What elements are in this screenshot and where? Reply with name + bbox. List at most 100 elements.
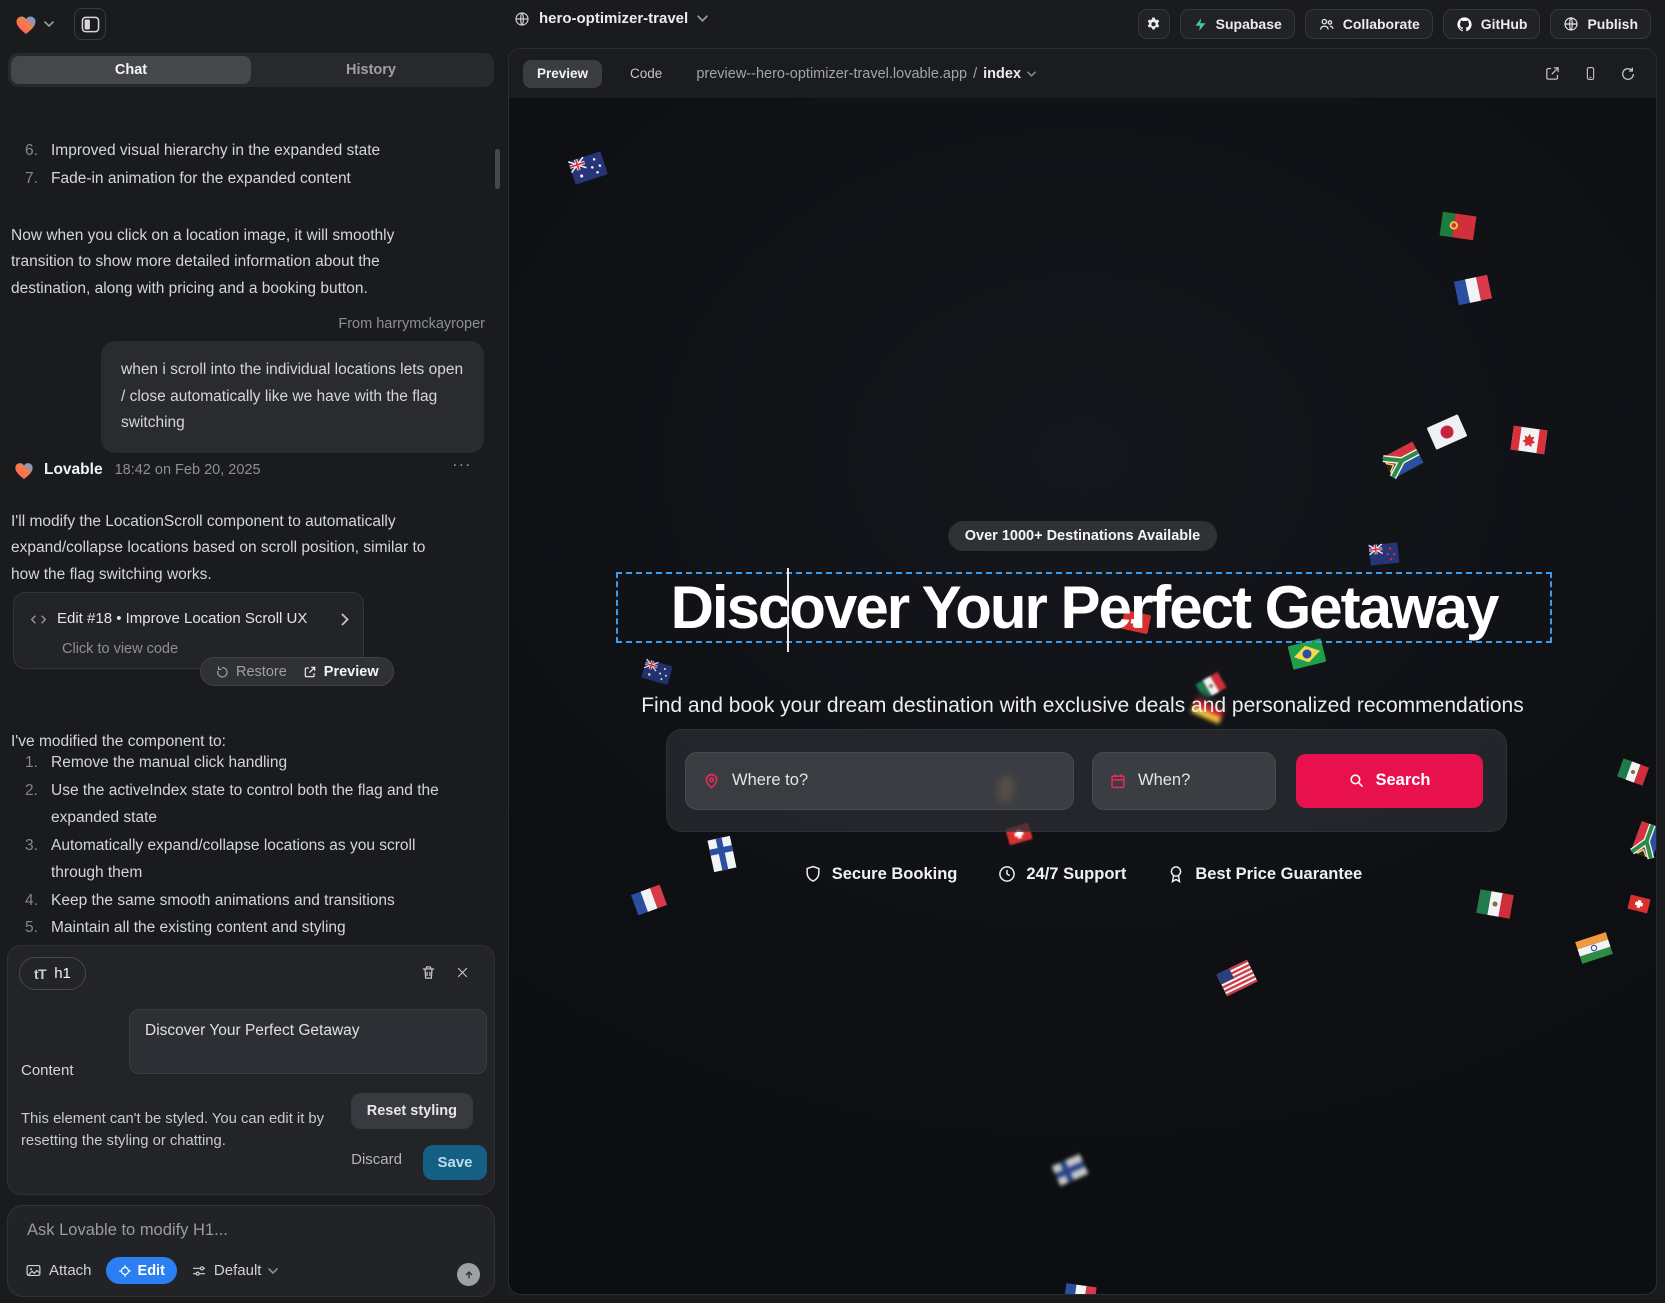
send-button[interactable]	[457, 1263, 480, 1286]
trash-icon	[420, 964, 437, 981]
publish-button[interactable]: Publish	[1550, 9, 1651, 39]
preview-panel: Preview Code preview--hero-optimizer-tra…	[508, 48, 1657, 1295]
feature-label: Secure Booking	[832, 865, 958, 884]
url-domain: preview--hero-optimizer-travel.lovable.a…	[696, 66, 967, 82]
calendar-icon	[1109, 772, 1127, 790]
lovable-app: hero-optimizer-travel Supabase	[0, 0, 1665, 1303]
where-to-input[interactable]: Where to?	[685, 752, 1074, 810]
tab-preview[interactable]: Preview	[523, 60, 602, 88]
target-icon	[118, 1264, 132, 1278]
assistant-timestamp: 18:42 on Feb 20, 2025	[115, 457, 261, 484]
project-title: hero-optimizer-travel	[539, 10, 688, 27]
project-menu[interactable]: hero-optimizer-travel	[514, 10, 708, 27]
restore-button[interactable]: Restore	[215, 664, 287, 680]
sidebar-toggle-button[interactable]	[74, 8, 106, 40]
globe-icon	[514, 11, 530, 27]
settings-button[interactable]	[1138, 9, 1170, 39]
close-editor-button[interactable]	[448, 958, 476, 986]
refresh-icon	[1620, 66, 1636, 82]
assistant-header: Lovable 18:42 on Feb 20, 2025	[13, 457, 261, 484]
assistant-name: Lovable	[44, 457, 103, 484]
feature-support: 24/7 Support	[997, 864, 1126, 884]
list-item: 4.Keep the same smooth animations and tr…	[25, 887, 465, 915]
chevron-down-icon	[268, 1268, 278, 1274]
chat-composer: Attach Edit Default	[7, 1205, 495, 1297]
model-default-button[interactable]: Default	[191, 1262, 279, 1279]
collaborate-button[interactable]: Collaborate	[1305, 9, 1433, 39]
message-menu-button[interactable]: ...	[453, 449, 472, 476]
content-label: Content	[21, 1062, 74, 1079]
open-in-new-tab-button[interactable]	[1544, 65, 1561, 82]
user-message-bubble: when i scroll into the individual locati…	[101, 341, 484, 453]
supabase-button[interactable]: Supabase	[1180, 9, 1295, 39]
lovable-heart-icon	[13, 460, 35, 480]
image-icon	[25, 1262, 42, 1279]
preview-url[interactable]: preview--hero-optimizer-travel.lovable.a…	[696, 66, 1036, 82]
when-placeholder: When?	[1138, 771, 1190, 790]
feature-label: Best Price Guarantee	[1195, 865, 1362, 884]
attach-label: Attach	[49, 1262, 92, 1279]
restore-label: Restore	[236, 664, 287, 680]
lovable-logo-icon[interactable]	[14, 13, 38, 35]
edit-card-title: Edit #18 • Improve Location Scroll UX	[57, 606, 307, 633]
chat-list-bottom: 1.Remove the manual click handling2.Use …	[25, 749, 465, 942]
attach-button[interactable]: Attach	[25, 1262, 92, 1279]
github-label: GitHub	[1481, 16, 1528, 32]
feature-row: Secure Booking 24/7 Support Best Price G…	[509, 864, 1656, 884]
delete-element-button[interactable]	[414, 958, 442, 986]
styling-note: This element can't be styled. You can ed…	[21, 1108, 356, 1152]
mobile-view-button[interactable]	[1583, 65, 1598, 82]
chat-sidebar: Chat History 6.Improved visual hierarchy…	[0, 48, 502, 1303]
list-item: 1.Remove the manual click handling	[25, 749, 465, 777]
url-path: index	[983, 66, 1021, 82]
chat-history-tabs: Chat History	[8, 53, 494, 87]
selected-element-outline[interactable]: Discover Your Perfect Getaway	[616, 572, 1552, 643]
external-link-icon	[1544, 65, 1561, 82]
reset-styling-button[interactable]: Reset styling	[351, 1093, 473, 1129]
refresh-button[interactable]	[1620, 66, 1636, 82]
github-button[interactable]: GitHub	[1443, 9, 1541, 39]
edit-mode-label: Edit	[138, 1263, 165, 1279]
award-icon	[1166, 864, 1186, 884]
external-link-icon	[303, 665, 317, 679]
chevron-down-icon	[1027, 71, 1036, 77]
arrow-up-icon	[463, 1269, 475, 1281]
content-textarea[interactable]: Discover Your Perfect Getaway	[129, 1009, 487, 1074]
where-to-placeholder: Where to?	[732, 771, 808, 790]
phone-icon	[1583, 65, 1598, 82]
list-item: 6.Improved visual hierarchy in the expan…	[25, 137, 465, 165]
when-input[interactable]: When?	[1092, 752, 1276, 810]
preview-code-button[interactable]: Preview	[303, 664, 379, 680]
logo-chevron-icon[interactable]	[44, 21, 54, 27]
destinations-badge: Over 1000+ Destinations Available	[948, 521, 1217, 551]
supabase-bolt-icon	[1193, 17, 1208, 32]
search-button[interactable]: Search	[1296, 754, 1483, 808]
chat-scrollbar[interactable]	[495, 149, 500, 189]
restore-icon	[215, 665, 229, 679]
element-tag-pill[interactable]: tT h1	[19, 957, 86, 990]
list-item: 3.Automatically expand/collapse location…	[25, 832, 465, 887]
assistant-paragraph: I'll modify the LocationScroll component…	[11, 509, 441, 589]
discard-button[interactable]: Discard	[345, 1150, 408, 1169]
tab-chat[interactable]: Chat	[11, 56, 251, 84]
composer-input[interactable]	[25, 1220, 465, 1241]
feature-label: 24/7 Support	[1026, 865, 1126, 884]
edit-mode-button[interactable]: Edit	[106, 1257, 177, 1284]
gear-icon	[1145, 16, 1162, 33]
topbar: hero-optimizer-travel Supabase	[0, 0, 1665, 48]
assistant-paragraph: Now when you click on a location image, …	[11, 223, 441, 303]
clock-icon	[997, 864, 1017, 884]
edit-card-subtitle: Click to view code	[62, 636, 178, 663]
model-default-label: Default	[214, 1262, 262, 1279]
save-button[interactable]: Save	[423, 1145, 487, 1180]
preview-viewport: Over 1000+ Destinations Available Discov…	[509, 98, 1656, 1294]
user-message-from: From harrymckayroper	[338, 311, 485, 338]
hero-heading[interactable]: Discover Your Perfect Getaway	[618, 574, 1550, 641]
tab-history[interactable]: History	[251, 56, 491, 84]
chat-thread: 6.Improved visual hierarchy in the expan…	[0, 87, 502, 945]
list-item: 7.Fade-in animation for the expanded con…	[25, 165, 465, 193]
hero-section: Over 1000+ Destinations Available Discov…	[509, 98, 1656, 1294]
preview-label: Preview	[324, 664, 379, 680]
tab-code[interactable]: Code	[624, 65, 668, 82]
element-editor-panel: tT h1 Content Discover Your Perfect Geta…	[7, 945, 495, 1195]
